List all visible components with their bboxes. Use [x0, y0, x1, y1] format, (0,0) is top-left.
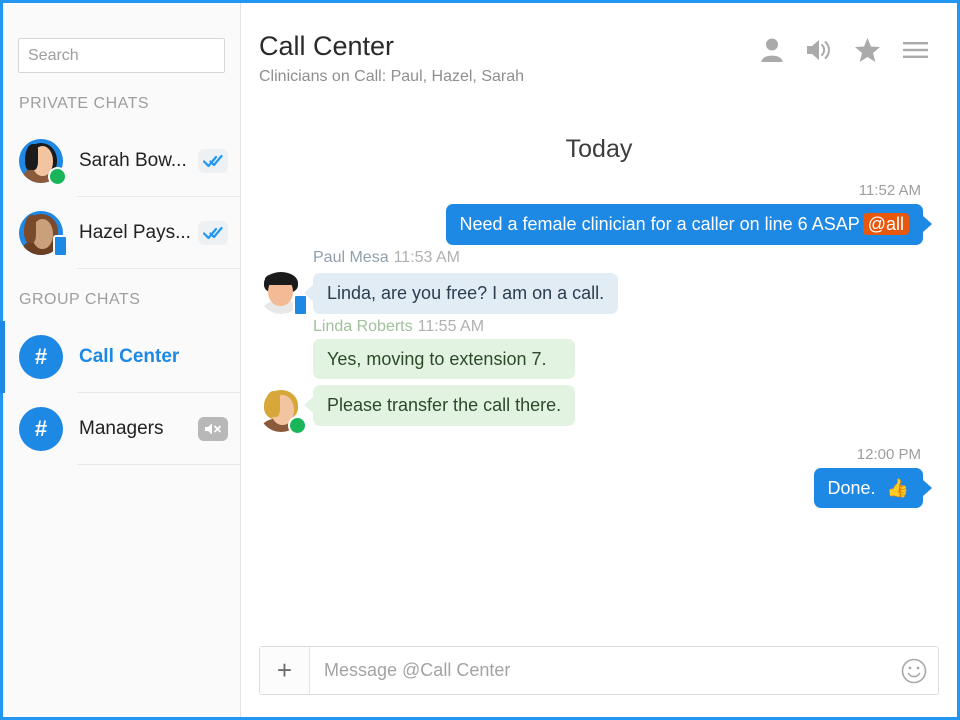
- sidebar: PRIVATE CHATS Sarah Bow...: [3, 3, 241, 717]
- double-check-icon: [198, 221, 228, 245]
- person-icon[interactable]: [760, 37, 784, 68]
- thumbs-up-emoji: 👍: [887, 478, 909, 498]
- sidebar-item-label: Call Center: [79, 346, 228, 368]
- group-chat-list: # Call Center # Managers: [3, 321, 240, 465]
- message-text: Linda, are you free? I am on a call.: [327, 283, 604, 303]
- message-timestamp: 12:00 PM: [259, 446, 939, 463]
- sidebar-item-call-center[interactable]: # Call Center: [3, 321, 240, 393]
- avatar: [19, 211, 63, 255]
- message-bubble[interactable]: Linda, are you free? I am on a call.: [313, 273, 618, 314]
- message-input[interactable]: [310, 647, 890, 694]
- search-container: [3, 3, 240, 73]
- message-composer: +: [259, 646, 939, 695]
- header-subtitle: Clinicians on Call: Paul, Hazel, Sarah: [259, 68, 760, 86]
- sender-name: Paul Mesa: [313, 249, 389, 266]
- hash-icon: #: [19, 407, 63, 451]
- message-text: Done.: [828, 478, 876, 498]
- hamburger-menu-icon[interactable]: [902, 39, 929, 66]
- add-attachment-button[interactable]: +: [260, 647, 310, 694]
- composer-container: +: [241, 646, 957, 717]
- speaker-volume-icon[interactable]: [805, 37, 833, 68]
- sidebar-item-hazel-pays[interactable]: Hazel Pays...: [3, 197, 240, 269]
- sender-name: Linda Roberts: [313, 318, 413, 335]
- star-icon[interactable]: [854, 37, 881, 68]
- message-text: Please transfer the call there.: [327, 395, 561, 415]
- message-text: Yes, moving to extension 7.: [327, 349, 546, 369]
- header-actions: [760, 31, 929, 68]
- message-row-incoming: Linda, are you free? I am on a call.: [259, 270, 939, 314]
- message-text: Need a female clinician for a caller on …: [460, 214, 860, 234]
- message-bubble[interactable]: Please transfer the call there.: [313, 385, 575, 426]
- message-timestamp: 11:52 AM: [259, 182, 939, 199]
- message-sender-line: Linda Roberts 11:55 AM: [259, 318, 939, 336]
- sidebar-item-label: Hazel Pays...: [79, 222, 198, 244]
- speaker-mute-icon: [198, 417, 228, 441]
- presence-online-badge: [288, 416, 307, 435]
- avatar: [259, 270, 303, 314]
- message-timestamp: 11:53 AM: [394, 249, 460, 266]
- chat-app-window: PRIVATE CHATS Sarah Bow...: [0, 0, 960, 720]
- main-panel: Call Center Clinicians on Call: Paul, Ha…: [241, 3, 957, 717]
- sidebar-item-sarah-bow[interactable]: Sarah Bow...: [3, 125, 240, 197]
- day-divider: Today: [259, 135, 939, 164]
- message-list[interactable]: Today 11:52 AM Need a female clinician f…: [241, 125, 957, 646]
- message-row-outgoing: Need a female clinician for a caller on …: [259, 204, 939, 245]
- emoji-picker-button[interactable]: [890, 647, 938, 694]
- message-bubble[interactable]: Done. 👍: [814, 468, 923, 509]
- avatar: [259, 388, 303, 432]
- message-bubble[interactable]: Yes, moving to extension 7.: [313, 339, 575, 380]
- list-divider: [77, 268, 240, 269]
- active-indicator: [0, 321, 5, 393]
- sidebar-item-label: Sarah Bow...: [79, 150, 198, 172]
- presence-mobile-badge: [53, 235, 68, 257]
- page-title: Call Center: [259, 31, 760, 62]
- message-row-incoming: Yes, moving to extension 7. Please trans…: [259, 339, 939, 432]
- hash-icon: #: [19, 335, 63, 379]
- sidebar-item-label: Managers: [79, 418, 198, 440]
- message-bubble[interactable]: Need a female clinician for a caller on …: [446, 204, 924, 245]
- list-divider: [77, 464, 240, 465]
- search-input[interactable]: [18, 38, 225, 73]
- double-check-icon: [198, 149, 228, 173]
- section-title-private-chats: PRIVATE CHATS: [3, 73, 240, 113]
- message-timestamp: 11:55 AM: [418, 318, 484, 335]
- message-row-outgoing: Done. 👍: [259, 468, 939, 509]
- presence-online-badge: [48, 167, 67, 186]
- sidebar-item-managers[interactable]: # Managers: [3, 393, 240, 465]
- chat-header: Call Center Clinicians on Call: Paul, Ha…: [241, 3, 957, 125]
- mention-tag[interactable]: @all: [863, 213, 909, 235]
- message-sender-line: Paul Mesa 11:53 AM: [259, 249, 939, 267]
- private-chat-list: Sarah Bow...: [3, 125, 240, 269]
- section-title-group-chats: GROUP CHATS: [3, 269, 240, 309]
- avatar: [19, 139, 63, 183]
